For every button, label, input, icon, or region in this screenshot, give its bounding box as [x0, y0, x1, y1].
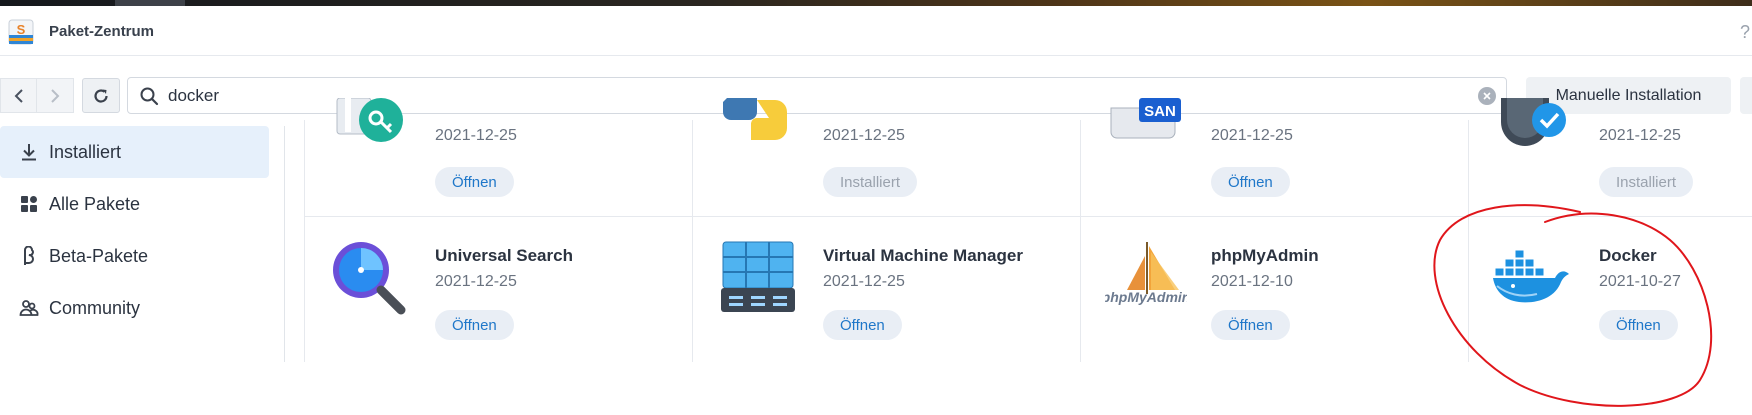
docker-whale-icon	[1493, 238, 1575, 320]
navigation-buttons	[0, 78, 75, 113]
download-icon	[18, 141, 40, 163]
sidebar-item-beta-packages[interactable]: Beta-Pakete	[0, 230, 269, 282]
refresh-button[interactable]	[82, 78, 120, 113]
svg-text:S: S	[17, 22, 26, 37]
package-date: 2021-12-10	[1211, 273, 1293, 290]
installed-button[interactable]: Installiert	[1599, 167, 1694, 197]
sidebar-item-all-packages[interactable]: Alle Pakete	[0, 178, 269, 230]
package-name: phpMyAdmin	[1211, 246, 1319, 265]
back-button[interactable]	[0, 78, 37, 113]
open-button[interactable]: Öffnen	[1211, 167, 1290, 197]
vm-manager-icon	[717, 238, 799, 320]
san-manager-icon: SAN	[1105, 98, 1187, 160]
sidebar: Installiert Alle Pakete Beta-Pakete Comm…	[0, 126, 272, 334]
window-title: Paket-Zentrum	[49, 23, 155, 40]
package-date: 2021-10-27	[1599, 273, 1681, 290]
python-icon	[717, 98, 799, 160]
sidebar-item-label: Community	[49, 297, 141, 318]
open-button[interactable]: Öffnen	[435, 310, 514, 340]
package-date: 2021-12-25	[435, 127, 517, 144]
package-card[interactable]: Virtual Machine Manager 2021-12-25 Öffne…	[692, 216, 1080, 340]
sidebar-item-label: Installiert	[49, 141, 122, 162]
beta-icon	[18, 245, 40, 267]
package-date: 2021-12-25	[1599, 127, 1681, 144]
sidebar-divider	[284, 126, 285, 362]
package-name: Virtual Machine Manager	[823, 246, 1023, 265]
open-button[interactable]: Öffnen	[823, 310, 902, 340]
open-button[interactable]: Öffnen	[1211, 310, 1290, 340]
chevron-left-icon	[14, 88, 23, 103]
phpmyadmin-logo-text: phpMyAdmin	[1105, 289, 1187, 305]
sidebar-item-installed[interactable]: Installiert	[0, 126, 269, 178]
toolbar: Manuelle Installation	[0, 56, 1752, 120]
key-manager-icon	[329, 97, 411, 160]
package-name: Universal Search	[435, 246, 573, 265]
close-icon	[1483, 92, 1491, 100]
security-icon	[1493, 98, 1575, 160]
package-card-docker[interactable]: Docker 2021-10-27 Öffnen	[1468, 216, 1752, 340]
package-date: 2021-12-25	[823, 127, 905, 144]
sidebar-item-community[interactable]: Community	[0, 282, 269, 334]
open-button-docker[interactable]: Öffnen	[1599, 310, 1678, 340]
package-center-app-icon: S	[8, 19, 34, 45]
package-name: Docker	[1599, 246, 1657, 265]
installed-button[interactable]: Installiert	[823, 167, 918, 197]
sidebar-item-label: Beta-Pakete	[49, 245, 149, 266]
window-titlebar: S Paket-Zentrum ?	[0, 6, 1752, 56]
help-icon[interactable]: ?	[1740, 22, 1750, 43]
package-date: 2021-12-25	[435, 273, 517, 290]
package-date: 2021-12-25	[1211, 127, 1293, 144]
magnifier-icon	[329, 238, 411, 320]
forward-button[interactable]	[37, 78, 74, 113]
package-card[interactable]: phpMyAdmin phpMyAdmin 2021-12-10 Öffnen	[1080, 216, 1468, 340]
phpmyadmin-icon: phpMyAdmin	[1101, 238, 1190, 320]
sidebar-item-label: Alle Pakete	[49, 193, 141, 214]
grid-icon	[18, 193, 40, 215]
package-card[interactable]: Universal Search 2021-12-25 Öffnen	[304, 216, 692, 340]
search-icon	[140, 87, 159, 106]
package-date: 2021-12-25	[823, 273, 905, 290]
refresh-icon	[94, 88, 108, 103]
community-icon	[18, 297, 40, 319]
chevron-right-icon	[51, 88, 60, 103]
open-button[interactable]: Öffnen	[435, 167, 514, 197]
package-grid: 2021-12-25 Öffnen 2021-12-25 Installiert…	[304, 97, 1752, 362]
settings-button[interactable]	[1740, 77, 1752, 114]
svg-text:SAN: SAN	[1144, 103, 1176, 120]
